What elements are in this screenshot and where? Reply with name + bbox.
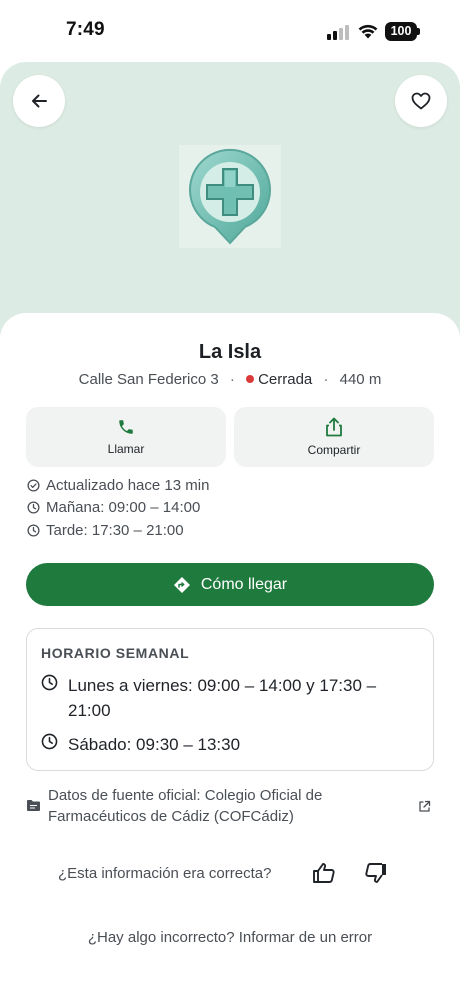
share-label: Compartir (307, 443, 361, 457)
thumbs-up-icon[interactable] (312, 862, 336, 884)
battery-icon: 100 (385, 22, 420, 41)
status-bar: 7:49 100 (0, 0, 460, 62)
status-time: 7:49 (66, 19, 105, 40)
share-icon (326, 417, 342, 437)
status-dot (246, 375, 255, 383)
pharmacy-logo (179, 145, 281, 248)
pharmacy-address: Calle San Federico 3 (78, 371, 219, 388)
feedback-row: ¿Esta información era correcta? (0, 861, 460, 889)
distance: 440 m (339, 371, 382, 388)
directions-icon (173, 576, 190, 593)
heart-outline-icon (411, 92, 431, 110)
schedule-weekdays: Lunes a viernes: 09:00 – 14:00 y 17:30 –… (68, 676, 377, 720)
report-error-link[interactable]: ¿Hay algo incorrecto? Informar de un err… (0, 929, 460, 946)
favorite-button[interactable] (395, 75, 447, 127)
cellular-signal-icon (327, 24, 351, 40)
pharmacy-name: La Isla (198, 341, 262, 363)
updated-text: Actualizado hace 13 min (46, 477, 210, 494)
directions-button[interactable]: Cómo llegar (26, 563, 434, 606)
clock-icon (27, 501, 40, 514)
external-link-icon[interactable] (418, 800, 431, 813)
status-text: Cerrada (258, 371, 313, 388)
share-button[interactable]: Compartir (234, 407, 434, 467)
back-button[interactable] (13, 75, 65, 127)
pharmacy-cross-pin-icon (189, 148, 271, 244)
battery-level: 100 (385, 22, 417, 41)
wifi-icon (357, 22, 379, 44)
call-label: Llamar (107, 442, 145, 456)
morning-hours: Mañana: 09:00 – 14:00 (46, 499, 201, 516)
check-circle-icon (27, 479, 40, 492)
pharmacy-subline: Calle San Federico 3 · Cerrada · 440 m (78, 371, 382, 388)
details-sheet: La Isla Calle San Federico 3 · Cerrada ·… (0, 313, 460, 998)
arrow-left-icon (32, 94, 47, 108)
clock-icon (41, 733, 58, 750)
thumbs-down-icon[interactable] (364, 862, 388, 884)
directions-label: Cómo llegar (200, 575, 288, 593)
clock-icon (27, 524, 40, 537)
feedback-question: ¿Esta información era correcta? (58, 865, 272, 882)
call-button[interactable]: Llamar (26, 407, 226, 467)
morning-hours-row: Mañana: 09:00 – 14:00 (27, 499, 200, 516)
schedule-saturday: Sábado: 09:30 – 13:30 (68, 735, 241, 754)
weekly-schedule-card: HORARIO SEMANAL Lunes a viernes: 09:00 –… (26, 628, 434, 771)
updated-row: Actualizado hace 13 min (27, 477, 209, 494)
data-source-text: Datos de fuente oficial: Colegio Oficial… (48, 787, 323, 825)
weekly-schedule-title: HORARIO SEMANAL (41, 645, 190, 661)
folder-icon (27, 800, 40, 811)
afternoon-hours: Tarde: 17:30 – 21:00 (46, 522, 184, 539)
clock-icon (41, 674, 58, 691)
afternoon-hours-row: Tarde: 17:30 – 21:00 (27, 522, 184, 539)
phone-icon (119, 420, 133, 434)
